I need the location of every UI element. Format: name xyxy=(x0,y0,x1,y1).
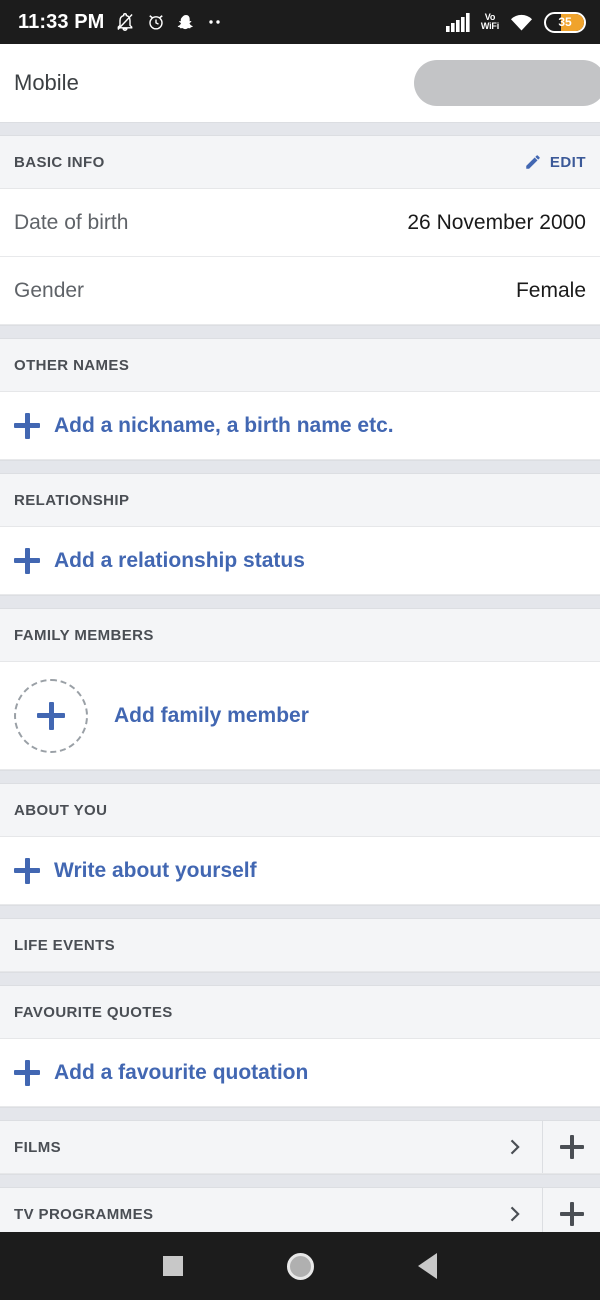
other-names-title: OTHER NAMES xyxy=(14,356,130,374)
notifications-silenced-icon xyxy=(115,12,135,32)
relationship-title: RELATIONSHIP xyxy=(14,491,130,509)
mobile-number-redaction xyxy=(414,60,600,106)
add-family-member-row[interactable]: Add family member xyxy=(0,662,600,770)
gender-value: Female xyxy=(515,278,586,302)
mobile-contact-row[interactable]: Mobile xyxy=(0,44,600,122)
status-bar-left: 11:33 PM xyxy=(18,11,224,34)
row-date-of-birth[interactable]: Date of birth 26 November 2000 xyxy=(0,189,600,257)
films-open-button[interactable]: FILMS xyxy=(0,1121,543,1173)
chevron-right-icon xyxy=(504,1204,524,1224)
add-other-name-button[interactable]: Add a nickname, a birth name etc. xyxy=(0,392,600,460)
vowifi-line-2: WiFi xyxy=(480,21,499,31)
cellular-signal-icon xyxy=(445,12,471,32)
basic-info-title: BASIC INFO xyxy=(14,153,105,171)
section-divider xyxy=(0,460,600,474)
about-you-title: ABOUT YOU xyxy=(14,801,108,819)
section-header-basic-info: BASIC INFO EDIT xyxy=(0,136,600,189)
gender-label: Gender xyxy=(14,278,85,302)
status-bar-clock: 11:33 PM xyxy=(18,10,105,33)
alarm-icon xyxy=(146,12,166,32)
section-divider xyxy=(0,1107,600,1121)
add-relationship-status-button[interactable]: Add a relationship status xyxy=(0,527,600,595)
android-navigation-bar xyxy=(0,1232,600,1300)
plus-icon xyxy=(14,857,40,884)
add-favourite-quotation-label: Add a favourite quotation xyxy=(54,1060,309,1084)
family-members-title: FAMILY MEMBERS xyxy=(14,626,154,644)
section-divider xyxy=(0,595,600,609)
plus-icon xyxy=(559,1202,584,1226)
section-header-life-events: LIFE EVENTS xyxy=(0,919,600,972)
plus-icon xyxy=(14,1059,40,1086)
add-other-name-label: Add a nickname, a birth name etc. xyxy=(54,413,394,437)
add-favourite-quotation-button[interactable]: Add a favourite quotation xyxy=(0,1039,600,1107)
section-header-about-you: ABOUT YOU xyxy=(0,784,600,837)
section-header-relationship: RELATIONSHIP xyxy=(0,474,600,527)
wifi-icon xyxy=(509,13,534,32)
write-about-yourself-button[interactable]: Write about yourself xyxy=(0,837,600,905)
category-row-films: FILMS xyxy=(0,1121,600,1174)
plus-icon xyxy=(37,701,65,730)
edit-label: EDIT xyxy=(549,153,586,171)
battery-level-text: 35 xyxy=(558,15,572,29)
section-divider xyxy=(0,972,600,986)
recents-square-icon[interactable] xyxy=(163,1256,183,1276)
section-header-other-names: OTHER NAMES xyxy=(0,339,600,392)
section-divider xyxy=(0,905,600,919)
plus-icon xyxy=(559,1135,584,1159)
status-bar: 11:33 PM Vo WiFi 35 xyxy=(0,0,600,44)
profile-content: Mobile BASIC INFO EDIT Date of birth 26 … xyxy=(0,44,600,1241)
back-triangle-icon[interactable] xyxy=(418,1253,437,1279)
films-title: FILMS xyxy=(14,1138,61,1156)
battery-icon: 35 xyxy=(544,11,586,33)
add-family-member-circle-button[interactable] xyxy=(14,678,88,753)
section-divider xyxy=(0,325,600,339)
date-of-birth-value: 26 November 2000 xyxy=(407,210,586,234)
plus-icon xyxy=(14,547,40,574)
row-gender[interactable]: Gender Female xyxy=(0,257,600,325)
snapchat-icon xyxy=(177,13,195,32)
mobile-label: Mobile xyxy=(14,70,79,95)
tv-programmes-title: TV PROGRAMMES xyxy=(14,1205,154,1223)
vowifi-icon: Vo WiFi xyxy=(480,12,499,32)
section-header-favourite-quotes: FAVOURITE QUOTES xyxy=(0,986,600,1039)
status-bar-right: Vo WiFi 35 xyxy=(445,11,586,33)
write-about-yourself-label: Write about yourself xyxy=(54,858,257,882)
section-header-family-members: FAMILY MEMBERS xyxy=(0,609,600,662)
section-divider xyxy=(0,122,600,136)
home-circle-icon[interactable] xyxy=(287,1252,314,1280)
add-family-member-label: Add family member xyxy=(114,703,309,727)
edit-basic-info-button[interactable]: EDIT xyxy=(524,153,586,171)
films-add-button[interactable] xyxy=(543,1121,600,1173)
pencil-icon xyxy=(524,153,542,171)
chevron-right-icon xyxy=(504,1137,524,1157)
date-of-birth-label: Date of birth xyxy=(14,210,129,234)
section-divider xyxy=(0,1174,600,1188)
add-relationship-status-label: Add a relationship status xyxy=(54,548,305,572)
section-divider xyxy=(0,770,600,784)
life-events-title: LIFE EVENTS xyxy=(14,936,116,954)
favourite-quotes-title: FAVOURITE QUOTES xyxy=(14,1003,173,1021)
more-notifications-icon xyxy=(206,18,224,26)
plus-icon xyxy=(14,412,40,439)
